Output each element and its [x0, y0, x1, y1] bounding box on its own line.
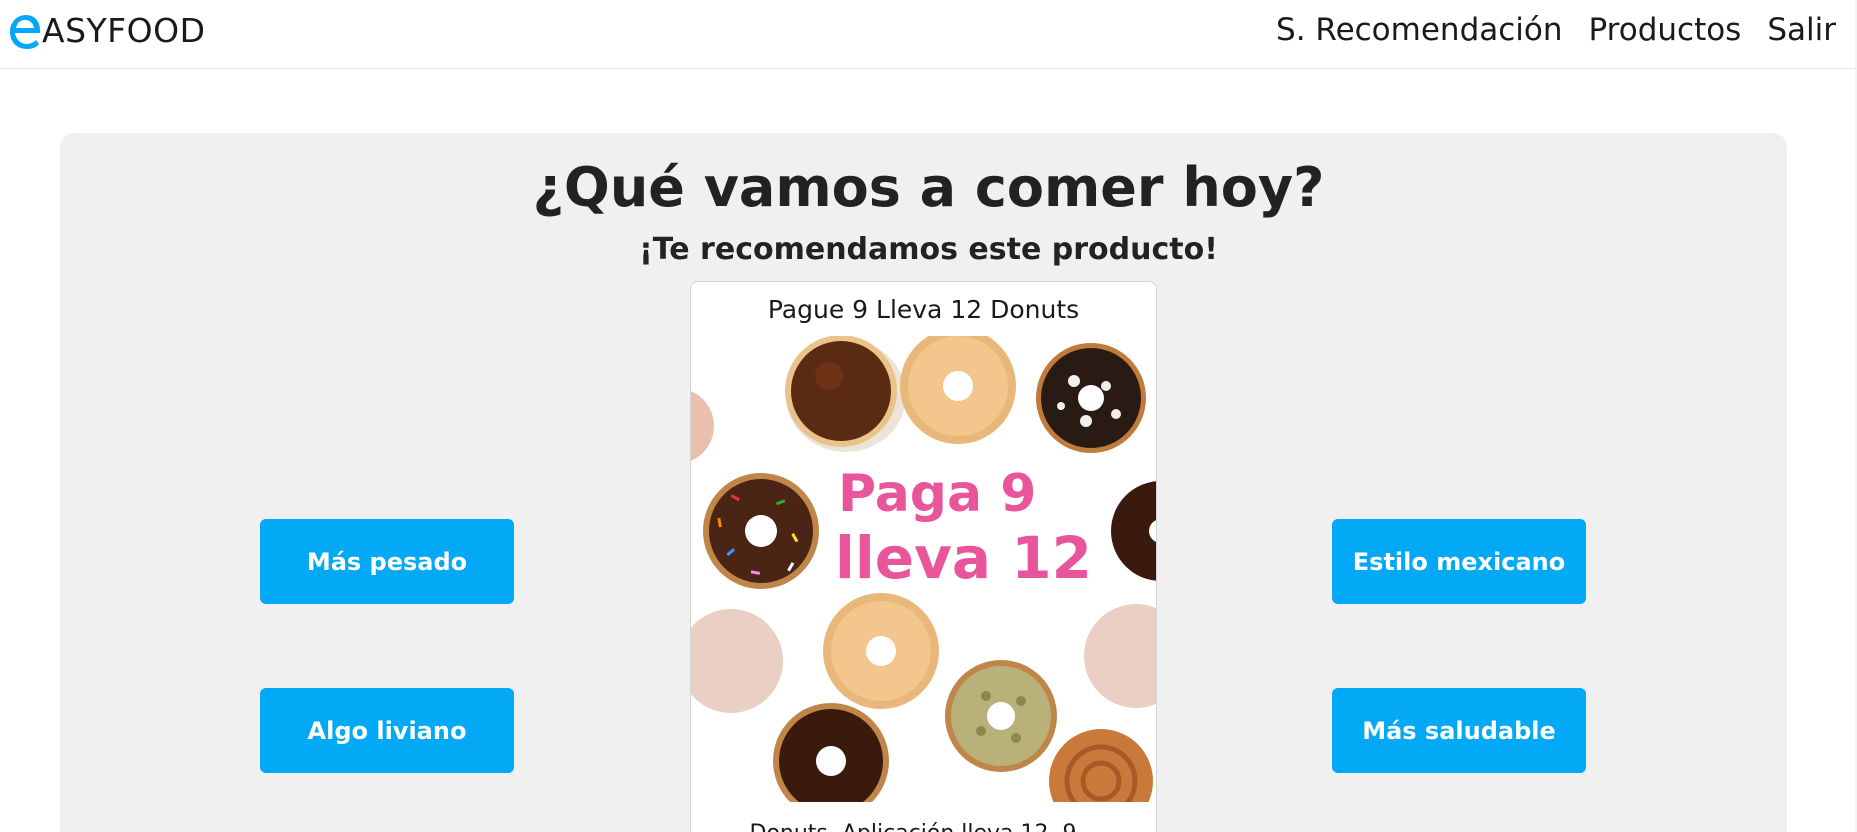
- page-subtitle: ¡Te recomendamos este producto!: [639, 232, 1218, 267]
- donut-pistachio: [945, 660, 1057, 772]
- product-title: Pague 9 Lleva 12 Donuts: [767, 295, 1080, 324]
- top-navbar: ASYFOOD S. Recomendación Productos Salir: [0, 0, 1857, 69]
- product-image: Paga 9 lleva 12: [691, 336, 1156, 802]
- promo-text-lleva: lleva 12: [835, 524, 1092, 592]
- easyfood-e-icon: [10, 15, 41, 49]
- healthier-option-button[interactable]: Más saludable: [1332, 688, 1586, 773]
- brand-text: ASYFOOD: [42, 11, 206, 50]
- product-caption: Donuts. Aplicación lleva 12, 9...: [691, 820, 1156, 832]
- nav-link-recomendacion[interactable]: S. Recomendación: [1276, 10, 1562, 50]
- brand-logo[interactable]: ASYFOOD: [6, 11, 206, 51]
- donut-glazed-middle: [823, 593, 939, 709]
- donut-oreo: [1036, 343, 1146, 453]
- product-card[interactable]: Pague 9 Lleva 12 Donuts Paga 9 lleva 12: [690, 281, 1157, 832]
- lighter-option-button[interactable]: Algo liviano: [260, 688, 514, 773]
- nav-link-salir[interactable]: Salir: [1767, 10, 1836, 50]
- nav-links: S. Recomendación Productos Salir: [1276, 10, 1836, 50]
- page-title: ¿Qué vamos a comer hoy?: [532, 156, 1325, 219]
- heavier-option-button[interactable]: Más pesado: [260, 519, 514, 604]
- promo-text-paga: Paga 9: [838, 464, 1036, 524]
- mexican-style-button[interactable]: Estilo mexicano: [1332, 519, 1586, 604]
- nav-link-productos[interactable]: Productos: [1589, 10, 1742, 50]
- donut-sprinkles: [703, 473, 819, 589]
